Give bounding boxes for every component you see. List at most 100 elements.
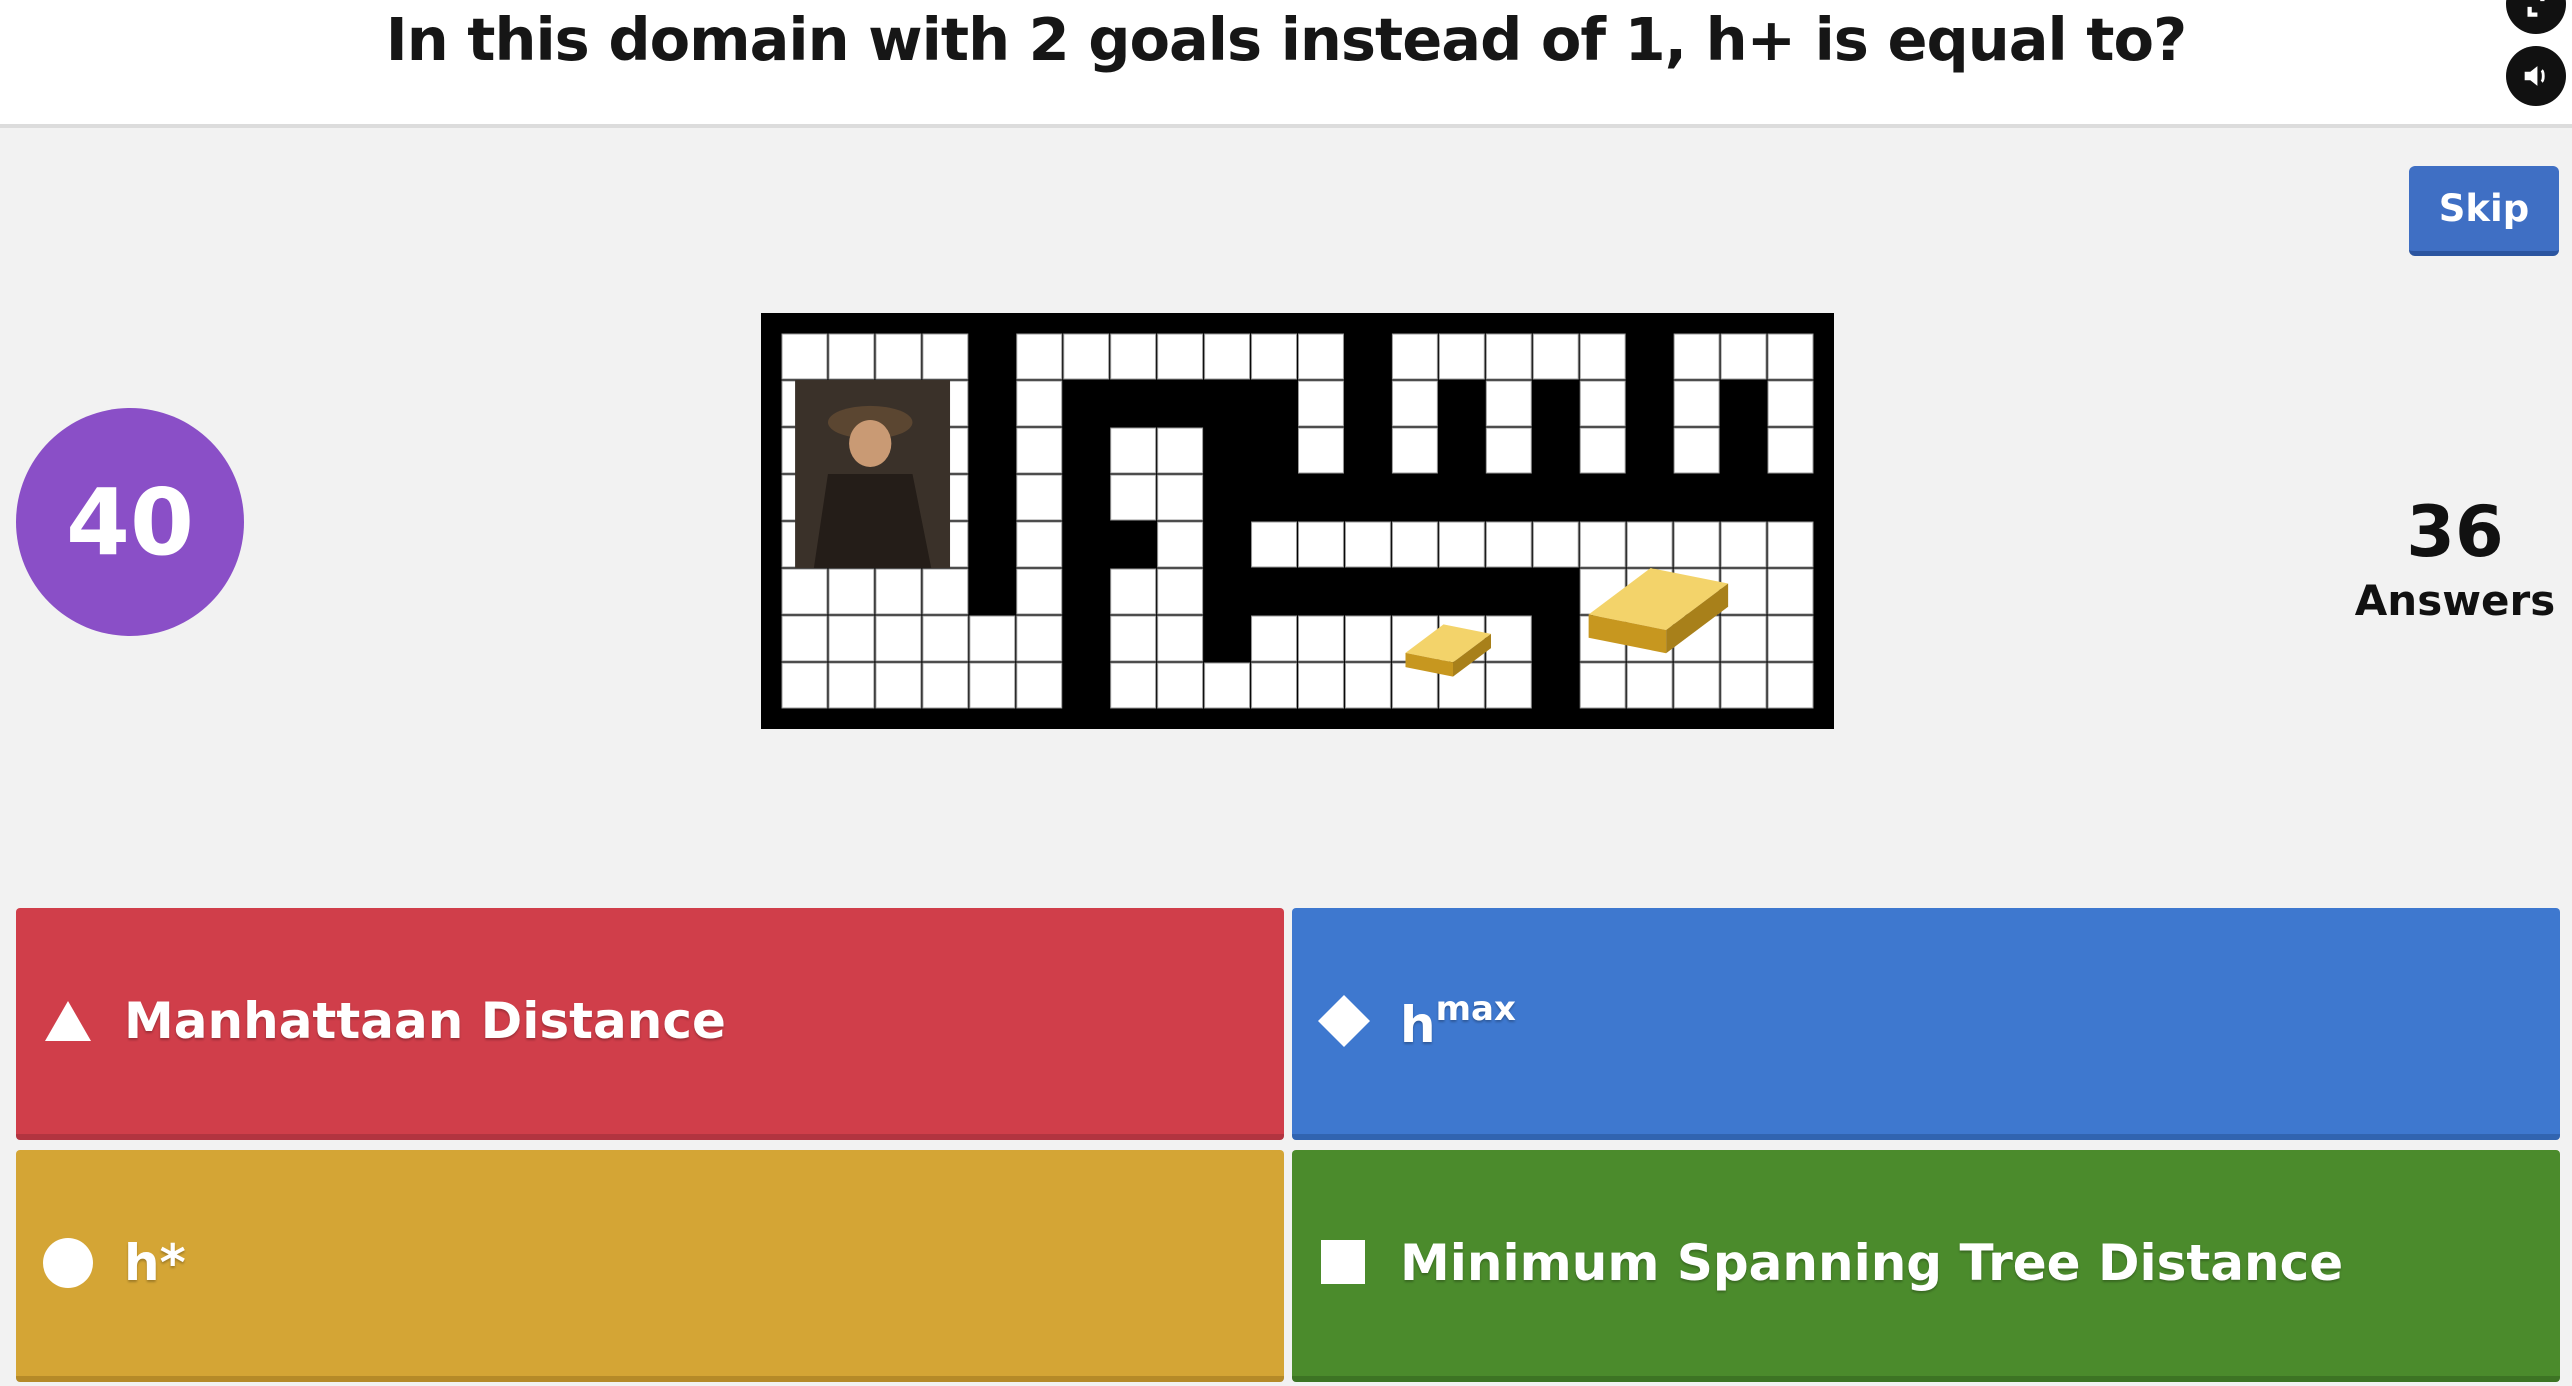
maze-cell — [1673, 521, 1720, 568]
maze-cell — [1110, 333, 1157, 380]
maze-cell — [1110, 427, 1157, 474]
maze-cell — [1204, 333, 1251, 380]
maze-cell — [1438, 333, 1485, 380]
maze-cell — [1485, 521, 1532, 568]
circle-icon — [42, 1237, 94, 1289]
maze-cell — [1673, 333, 1720, 380]
maze-cell — [969, 662, 1016, 709]
maze-cell — [969, 615, 1016, 662]
maze-cell — [1626, 521, 1673, 568]
maze-cell — [1016, 615, 1063, 662]
maze-cell — [1767, 380, 1814, 427]
maze-cell — [1673, 662, 1720, 709]
maze-cell — [1298, 615, 1344, 662]
maze-cell — [1016, 427, 1063, 474]
maze-cell — [1767, 521, 1814, 568]
maze-cell — [1298, 380, 1344, 427]
answer-label: Minimum Spanning Tree Distance — [1400, 1234, 2344, 1292]
answer-option-diamond[interactable]: hmax — [1292, 908, 2560, 1140]
maze-cell — [1720, 333, 1767, 380]
maze-cell — [1110, 474, 1157, 521]
maze-cell — [1532, 333, 1579, 380]
maze-cell — [875, 568, 922, 615]
maze-cell — [1579, 662, 1626, 709]
answer-label: hmax — [1400, 989, 1516, 1054]
maze-cell — [1157, 474, 1204, 521]
answer-label: h* — [124, 1234, 186, 1292]
maze-cell — [1016, 521, 1063, 568]
skip-button[interactable]: Skip — [2409, 166, 2559, 256]
maze-cell — [1344, 615, 1391, 662]
maze-cell — [1438, 521, 1485, 568]
maze-cell — [1298, 427, 1344, 474]
maze-cell — [828, 333, 875, 380]
maze-image — [761, 313, 1834, 729]
maze-cell — [1157, 521, 1204, 568]
maze-cell — [1016, 380, 1063, 427]
answer-label-superscript: max — [1435, 988, 1516, 1029]
maze-cell — [828, 662, 875, 709]
maze-cell — [875, 662, 922, 709]
maze-cell — [1720, 615, 1767, 662]
diamond-icon — [1318, 995, 1370, 1047]
maze-cell — [781, 568, 828, 615]
maze-cell — [1485, 427, 1532, 474]
maze-cell — [1767, 333, 1814, 380]
maze-cell — [1391, 333, 1438, 380]
maze-cell — [1767, 427, 1814, 474]
maze-cell — [1673, 427, 1720, 474]
maze-cell — [828, 615, 875, 662]
maze-cell — [1767, 662, 1814, 709]
explorer-face — [849, 419, 892, 467]
maze-cell — [1157, 333, 1204, 380]
maze-cell — [1485, 380, 1532, 427]
answers-counter: 36 Answers — [2340, 490, 2570, 628]
maze-cell — [1204, 662, 1251, 709]
answer-option-triangle[interactable]: Manhattaan Distance — [16, 908, 1284, 1140]
square-icon — [1318, 1237, 1370, 1289]
maze-cell — [1016, 474, 1063, 521]
maze-cell — [1157, 615, 1204, 662]
answer-option-circle[interactable]: h* — [16, 1150, 1284, 1382]
maze-cell — [1391, 380, 1438, 427]
maze-cell — [875, 333, 922, 380]
countdown-timer: 40 — [16, 408, 244, 636]
maze-cell — [1157, 662, 1204, 709]
maze-grid — [761, 313, 1834, 729]
maze-cell — [1157, 568, 1204, 615]
maze-cell — [1110, 662, 1157, 709]
maze-cell — [1767, 615, 1814, 662]
explorer-jacket — [813, 474, 932, 568]
maze-cell — [1016, 568, 1063, 615]
maze-cell — [781, 662, 828, 709]
maze-cell — [1298, 662, 1344, 709]
maze-cell — [1298, 333, 1344, 380]
answer-label-base: h — [1400, 995, 1436, 1054]
maze-cell — [1391, 427, 1438, 474]
maze-cell — [1110, 568, 1157, 615]
answers-label: Answers — [2354, 576, 2556, 625]
maze-cell — [1720, 662, 1767, 709]
maze-cell — [1344, 521, 1391, 568]
maze-cell — [922, 615, 969, 662]
maze-cell — [1579, 427, 1626, 474]
maze-cell — [781, 615, 828, 662]
maze-cell — [1298, 521, 1344, 568]
maze-cell — [1720, 521, 1767, 568]
maze-cell — [1391, 521, 1438, 568]
maze-cell — [1673, 380, 1720, 427]
answer-option-square[interactable]: Minimum Spanning Tree Distance — [1292, 1150, 2560, 1382]
maze-cell — [1251, 333, 1297, 380]
maze-cell — [922, 333, 969, 380]
maze-cell — [1485, 615, 1532, 662]
maze-cell — [1579, 333, 1626, 380]
maze-cell — [781, 333, 828, 380]
speaker-icon[interactable] — [2506, 46, 2566, 106]
question-title: In this domain with 2 goals instead of 1… — [385, 5, 2188, 74]
maze-cell — [1485, 662, 1532, 709]
maze-cell — [1251, 615, 1297, 662]
maze-cell — [1532, 521, 1579, 568]
answer-label: Manhattaan Distance — [124, 992, 726, 1050]
maze-cell — [1016, 333, 1063, 380]
maze-cell — [1767, 568, 1814, 615]
